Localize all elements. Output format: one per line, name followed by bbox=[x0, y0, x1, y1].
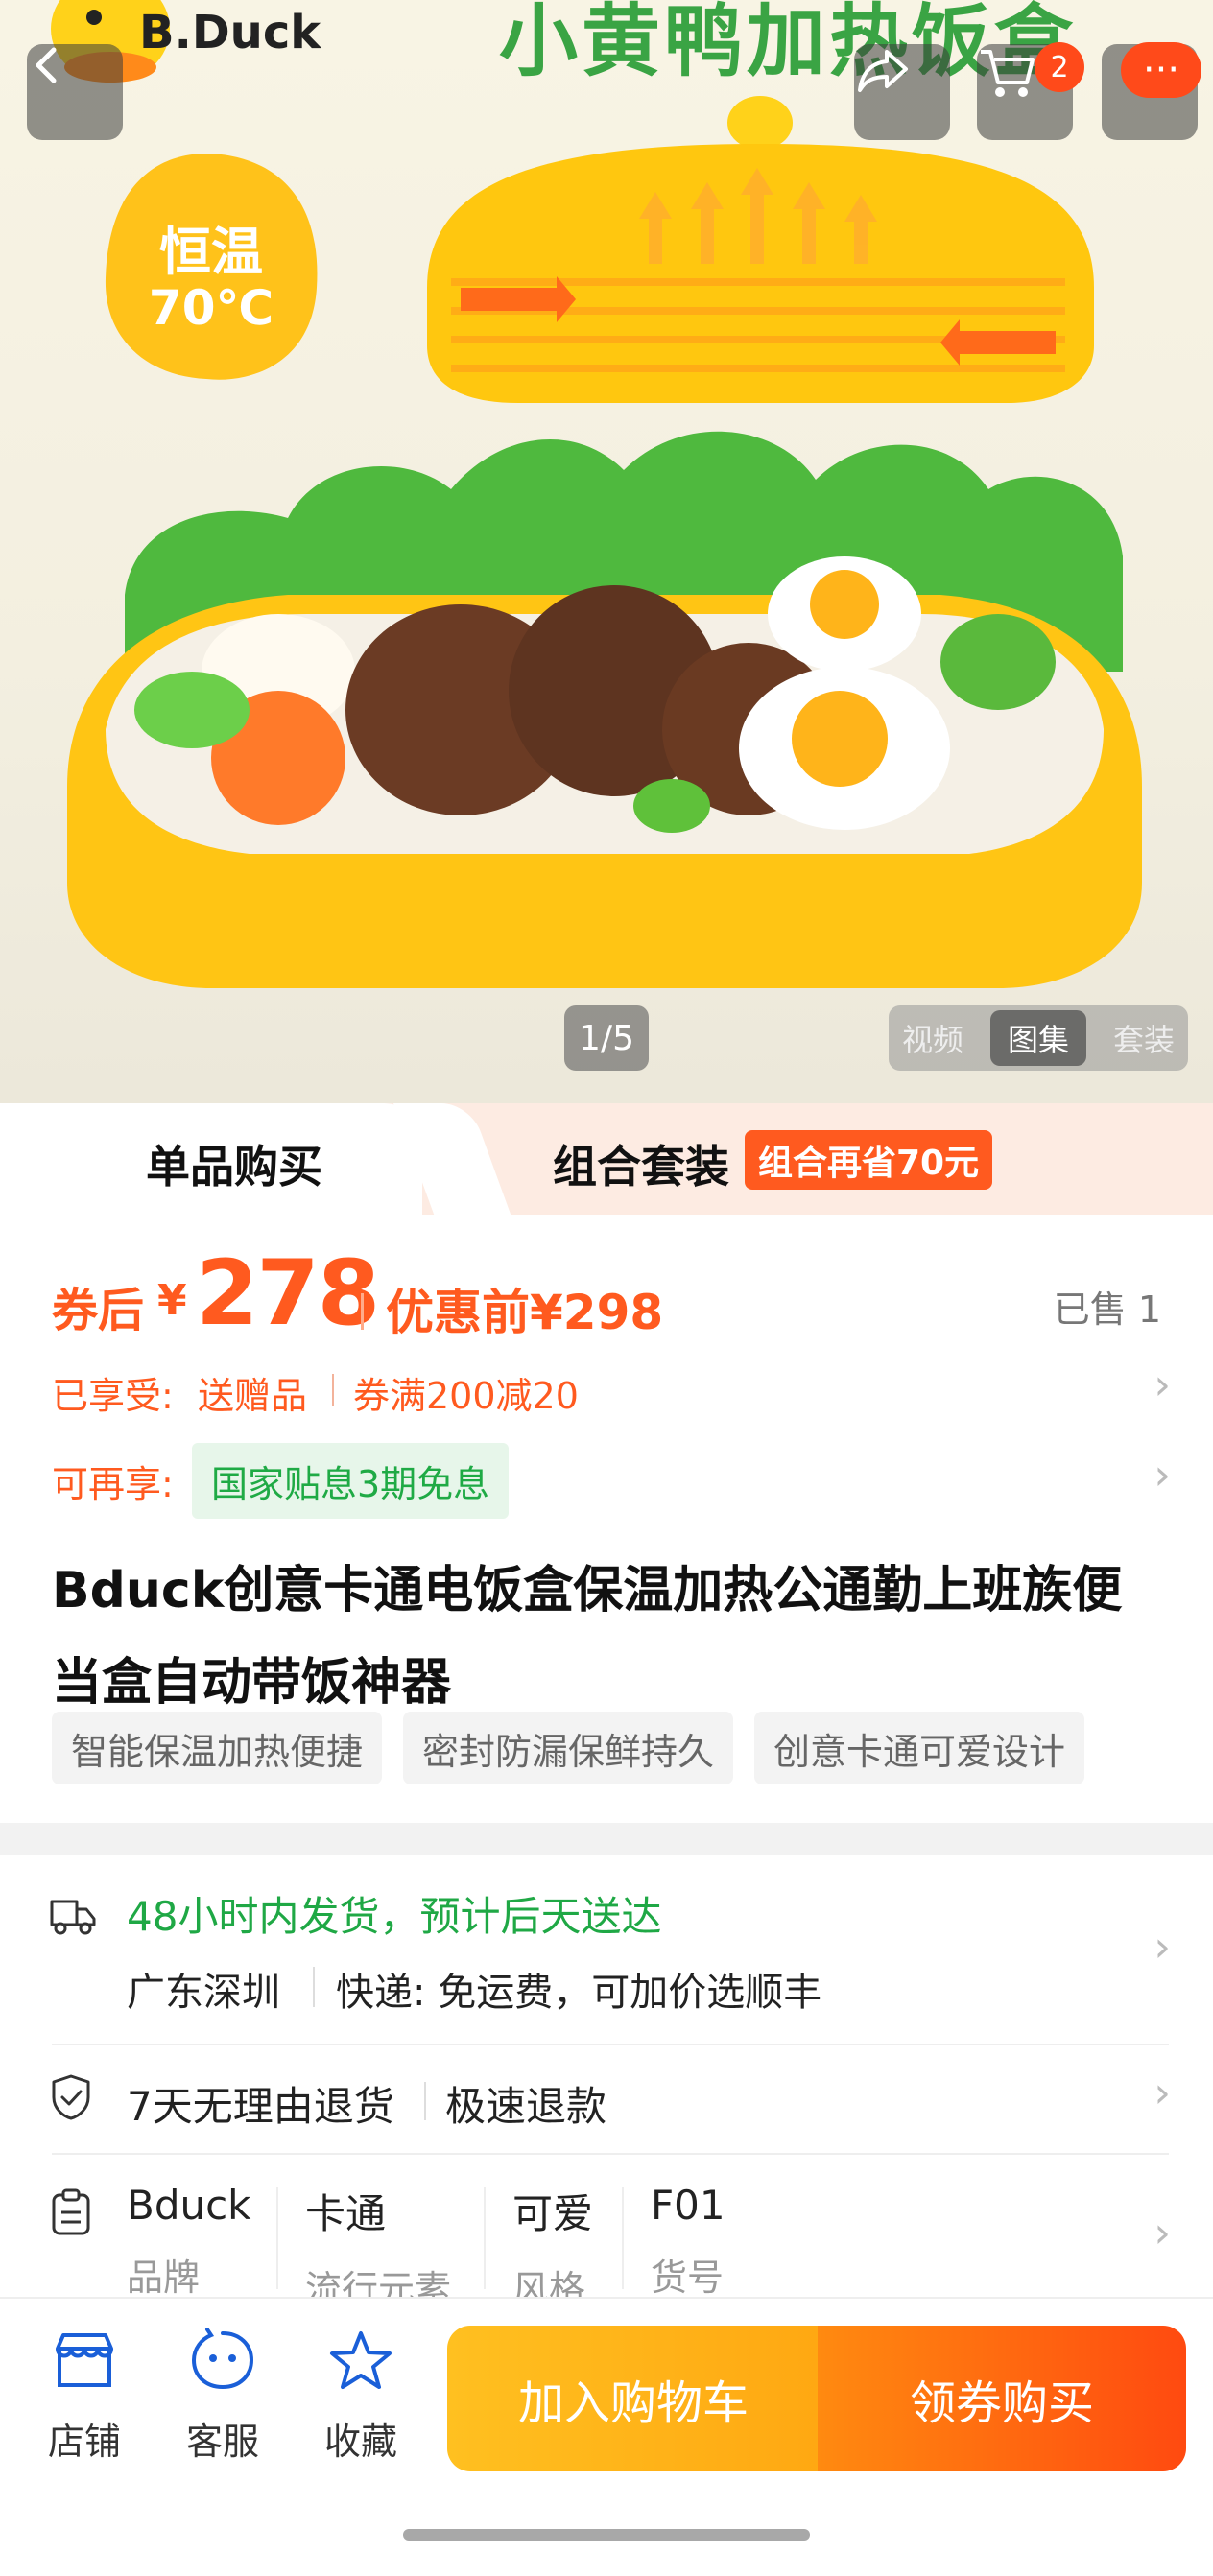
bottom-action-bar: 店铺 客服 收藏 加入购物车 领券购买 bbox=[0, 2297, 1213, 2576]
customer-service-button[interactable]: 客服 bbox=[165, 2328, 280, 2465]
star-icon bbox=[330, 2331, 392, 2389]
tab-bundle[interactable]: 套装 bbox=[1113, 1016, 1175, 1060]
media-tabs[interactable]: 视频 图集 套装 bbox=[889, 1005, 1188, 1071]
share-button[interactable] bbox=[854, 44, 950, 140]
service-label: 客服 bbox=[185, 2421, 259, 2463]
favorite-label: 收藏 bbox=[323, 2421, 397, 2463]
return-policy: 7天无理由退货 bbox=[127, 2083, 394, 2130]
attr-value: 卡通 bbox=[305, 2190, 387, 2237]
product-summary-card: 券后 ¥ 278 优惠前¥298 已售 1 已享受: 送赠品 券满200减20 … bbox=[0, 1215, 1213, 1823]
share-icon bbox=[858, 50, 908, 92]
price-currency: ¥ bbox=[157, 1276, 187, 1325]
product-image-gallery[interactable]: B.Duck 小黄鸭加热饭盒 恒温 70℃ 2 ··· 1/5 视频 图集 套装 bbox=[0, 0, 1213, 1103]
attr-key: 货号 bbox=[651, 2257, 725, 2299]
clipboard-icon bbox=[52, 2188, 90, 2235]
cart-count-badge: 2 bbox=[1035, 42, 1084, 92]
coupon-buy-button[interactable]: 领券购买 bbox=[818, 2326, 1186, 2471]
truck-icon bbox=[50, 1900, 96, 1935]
shield-check-icon bbox=[52, 2074, 90, 2120]
price-value: 278 bbox=[196, 1241, 380, 1346]
attr-element: 卡通 流行元素 bbox=[305, 2182, 451, 2312]
sold-count: 已售 1 bbox=[1053, 1288, 1161, 1331]
subsidy-badge: 国家贴息3期免息 bbox=[192, 1443, 510, 1519]
cart-icon bbox=[981, 50, 1035, 97]
original-price: 优惠前¥298 bbox=[386, 1285, 664, 1340]
shipping-promise: 48小时内发货，预计后天送达 bbox=[127, 1893, 662, 1940]
feature-tag: 智能保温加热便捷 bbox=[52, 1712, 383, 1784]
attr-sku: F01 货号 bbox=[651, 2182, 725, 2301]
feature-tag: 密封防漏保鲜持久 bbox=[403, 1712, 734, 1784]
add-to-cart-button[interactable]: 加入购物车 bbox=[447, 2326, 820, 2471]
enjoyed-label: 已享受: bbox=[52, 1375, 174, 1417]
service-info-card: 48小时内发货，预计后天送达 广东深圳 快递: 免运费，可加价选顺丰 › 7天无… bbox=[0, 1855, 1213, 2310]
temp-badge-value: 70℃ bbox=[148, 280, 274, 336]
product-photo bbox=[51, 0, 1142, 988]
favorite-button[interactable]: 收藏 bbox=[303, 2328, 418, 2465]
chevron-right-icon: › bbox=[1154, 2068, 1171, 2117]
chevron-right-icon: › bbox=[1154, 1360, 1171, 1409]
tab-bundle-purchase[interactable]: 组合套装 bbox=[553, 1132, 729, 1195]
gift-promo: 送赠品 bbox=[198, 1375, 308, 1417]
chat-face-icon bbox=[191, 2328, 254, 2390]
attr-brand: Bduck 品牌 bbox=[127, 2182, 251, 2301]
tab-single-purchase[interactable]: 单品购买 bbox=[146, 1132, 322, 1195]
image-pager: 1/5 bbox=[564, 1005, 649, 1071]
brand-logo: B.Duck bbox=[139, 6, 321, 59]
coupon-promo: 券满200减20 bbox=[353, 1375, 579, 1417]
more-promos-label: 可再享: bbox=[52, 1463, 174, 1505]
attr-key: 品牌 bbox=[127, 2257, 201, 2299]
purchase-mode-tabs: 单品购买 组合套装 组合再省70元 bbox=[0, 1103, 1213, 1215]
store-button[interactable]: 店铺 bbox=[27, 2328, 142, 2465]
attr-value: F01 bbox=[651, 2182, 725, 2229]
store-label: 店铺 bbox=[47, 2421, 121, 2463]
bundle-discount-badge: 组合再省70元 bbox=[745, 1130, 993, 1190]
chevron-right-icon: › bbox=[1154, 2209, 1171, 2257]
store-icon bbox=[56, 2333, 113, 2387]
more-icon[interactable]: ··· bbox=[1121, 42, 1201, 98]
temp-badge-label: 恒温 bbox=[159, 222, 263, 282]
price-label: 券后 bbox=[52, 1284, 145, 1337]
attr-value: 可爱 bbox=[512, 2190, 594, 2237]
refund-policy: 极速退款 bbox=[445, 2083, 607, 2130]
ship-origin: 广东深圳 bbox=[127, 1971, 280, 2015]
express-info: 快递: 免运费，可加价选顺丰 bbox=[336, 1971, 822, 2015]
back-button[interactable] bbox=[27, 44, 123, 140]
attr-value: Bduck bbox=[127, 2182, 251, 2229]
feature-tag: 创意卡通可爱设计 bbox=[754, 1712, 1085, 1784]
home-indicator[interactable] bbox=[403, 2529, 810, 2541]
feature-tags: 智能保温加热便捷 密封防漏保鲜持久 创意卡通可爱设计 bbox=[52, 1712, 1085, 1784]
chevron-right-icon: › bbox=[1154, 1923, 1171, 1972]
attr-style: 可爱 风格 bbox=[512, 2182, 593, 2312]
tab-video[interactable]: 视频 bbox=[902, 1016, 963, 1060]
chevron-right-icon: › bbox=[1154, 1451, 1171, 1500]
tab-gallery[interactable]: 图集 bbox=[989, 1010, 1086, 1066]
chevron-left-icon bbox=[36, 47, 57, 83]
product-title: Bduck创意卡通电饭盒保温加热公通勤上班族便当盒自动带饭神器 bbox=[52, 1562, 1123, 1712]
